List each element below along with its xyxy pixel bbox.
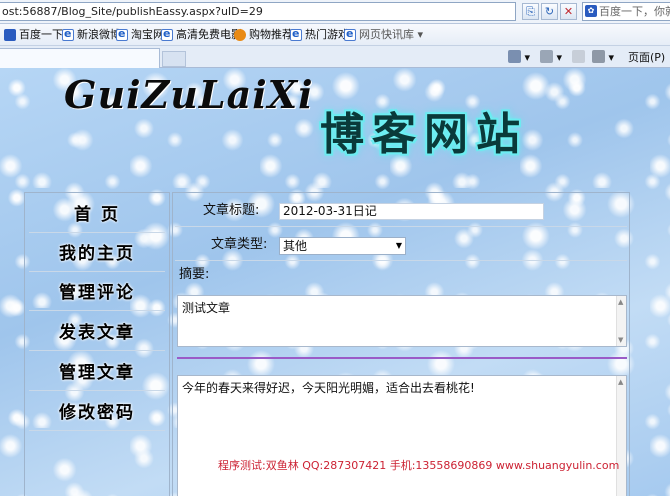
favorite-sina-weibo[interactable]: 新浪微博 xyxy=(62,26,121,43)
page-content: GuiZuLaiXi 博客网站 首 页 我的主页 管理评论 发表文章 管理文章 … xyxy=(0,68,670,496)
ie-page-icon xyxy=(62,26,74,42)
home-button[interactable]: ▾ xyxy=(508,50,530,65)
side-menu: 首 页 我的主页 管理评论 发表文章 管理文章 修改密码 xyxy=(24,192,170,496)
stop-icon[interactable]: ✕ xyxy=(560,3,577,20)
scroll-up-icon[interactable]: ▲ xyxy=(618,378,623,386)
article-type-select[interactable]: 其他 ▼ xyxy=(279,237,406,255)
mail-icon xyxy=(572,50,585,63)
page-menu[interactable]: 页面(P) xyxy=(628,50,665,65)
new-tab-button[interactable] xyxy=(162,51,186,67)
summary-scrollbar[interactable]: ▲ ▼ xyxy=(616,296,626,346)
favorite-games[interactable]: 热门游戏 xyxy=(290,26,349,43)
baidu-paw-icon xyxy=(4,29,16,41)
footer-credit: 程序测试:双鱼林 QQ:287307421 手机:13558690869 www… xyxy=(218,459,620,472)
favorite-web-slice[interactable]: 网页快讯库 ▾ xyxy=(344,26,423,43)
favorites-bar: 百度一下 新浪微博 淘宝网 高清免费电影 购物推荐 热门游戏 网页快讯库 ▾ xyxy=(0,24,670,46)
summary-textarea[interactable]: 测试文章 ▲ ▼ xyxy=(177,295,627,347)
tab-bar: ▾ ▾ ▾ 页面(P) xyxy=(0,46,670,68)
type-row: 文章类型: 其他 ▼ xyxy=(175,229,627,261)
content-scrollbar[interactable]: ▲ xyxy=(616,376,626,496)
menu-home[interactable]: 首 页 xyxy=(29,197,165,233)
menu-publish-article[interactable]: 发表文章 xyxy=(29,315,165,351)
favorite-movies[interactable]: 高清免费电影 xyxy=(161,26,242,43)
summary-label: 摘要: xyxy=(179,267,210,282)
menu-manage-articles[interactable]: 管理文章 xyxy=(29,355,165,391)
ie-page-icon xyxy=(344,26,356,42)
editor-divider xyxy=(177,357,627,359)
ie-page-icon xyxy=(161,26,173,42)
title-row: 文章标题: 2012-03-31日记 xyxy=(175,195,627,227)
home-icon xyxy=(508,50,521,63)
scroll-down-icon[interactable]: ▼ xyxy=(618,336,623,344)
baidu-paw-icon: ✿ xyxy=(585,5,597,17)
menu-change-password[interactable]: 修改密码 xyxy=(29,395,165,431)
menu-my-homepage[interactable]: 我的主页 xyxy=(29,236,165,272)
favorite-taobao[interactable]: 淘宝网 xyxy=(116,26,164,43)
ie-page-icon xyxy=(290,26,302,42)
favorite-baidu[interactable]: 百度一下 xyxy=(4,27,63,43)
content-editor[interactable]: 今年的春天来得好迟，今天阳光明媚，适合出去看桃花! ▲ xyxy=(177,375,627,496)
type-label: 文章类型: xyxy=(211,237,268,252)
active-tab[interactable] xyxy=(0,48,160,68)
rss-icon xyxy=(540,50,553,63)
printer-icon xyxy=(592,50,605,63)
address-input[interactable]: ost:56887/Blog_Site/publishEassy.aspx?uI… xyxy=(0,2,516,21)
title-label: 文章标题: xyxy=(203,203,260,218)
address-bar-row: ost:56887/Blog_Site/publishEassy.aspx?uI… xyxy=(0,0,670,24)
site-logo-text: GuiZuLaiXi xyxy=(64,72,314,117)
mail-button[interactable] xyxy=(572,50,585,65)
search-input[interactable]: ✿ 百度一下，你就知 xyxy=(582,2,670,21)
publish-form: 文章标题: 2012-03-31日记 文章类型: 其他 ▼ 摘要: 测试文章 ▲… xyxy=(172,192,630,496)
ie-page-icon xyxy=(116,26,128,42)
site-banner-title: 博客网站 xyxy=(320,109,528,160)
scroll-up-icon[interactable]: ▲ xyxy=(618,298,623,306)
article-title-input[interactable]: 2012-03-31日记 xyxy=(279,203,544,220)
compat-view-icon[interactable]: ⎘ xyxy=(522,3,539,20)
dropdown-arrow-icon: ▼ xyxy=(395,241,402,250)
feeds-button[interactable]: ▾ xyxy=(540,50,562,65)
gift-icon xyxy=(234,29,246,41)
menu-manage-comments[interactable]: 管理评论 xyxy=(29,275,165,311)
print-button[interactable]: ▾ xyxy=(592,50,614,65)
favorite-shopping[interactable]: 购物推荐 xyxy=(234,27,293,43)
refresh-icon[interactable]: ↻ xyxy=(541,3,558,20)
